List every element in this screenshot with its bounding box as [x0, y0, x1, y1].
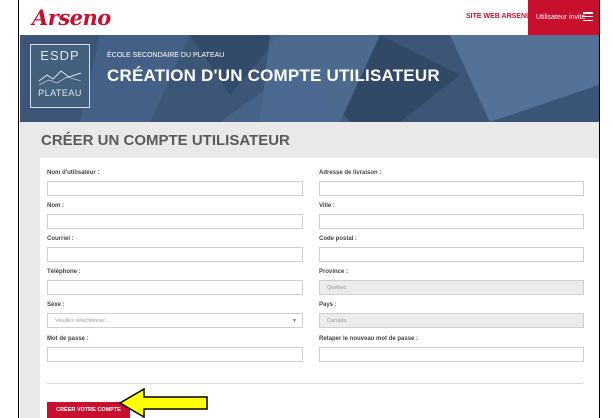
- confirm-password-label: Retaper le nouveau mot de passe :: [319, 336, 419, 342]
- email-field[interactable]: [47, 247, 303, 262]
- phone-label: Téléphone :: [47, 269, 81, 275]
- confirm-password-field[interactable]: [319, 347, 584, 362]
- arseno-logo[interactable]: Arseno: [32, 5, 111, 30]
- email-label: Courriel :: [47, 236, 74, 242]
- guest-user-label: Utilisateur invité: [536, 14, 586, 21]
- left-margin: [0, 0, 19, 418]
- yellow-arrow-icon: [118, 388, 208, 418]
- country-label: Pays :: [319, 302, 337, 308]
- city-label: Ville :: [319, 203, 335, 209]
- phone-field[interactable]: [47, 280, 303, 295]
- mountain-wave-icon: [39, 70, 81, 86]
- form-divider: [47, 383, 583, 384]
- chevron-down-icon: ▼: [292, 318, 297, 324]
- sex-label: Sexe :: [47, 302, 65, 308]
- postal-code-field[interactable]: [319, 247, 584, 262]
- guest-user-button[interactable]: Utilisateur invité: [528, 0, 599, 35]
- banner-title: CRÉATION D'UN COMPTE UTILISATEUR: [107, 66, 440, 85]
- shipping-address-field[interactable]: [319, 181, 584, 196]
- city-field[interactable]: [319, 214, 584, 229]
- right-margin: [599, 0, 612, 418]
- hamburger-menu-icon[interactable]: [583, 12, 593, 21]
- province-label: Province :: [319, 269, 349, 275]
- site-web-link[interactable]: SITE WEB ARSENO: [466, 13, 531, 20]
- postal-code-label: Code postal :: [319, 236, 358, 242]
- username-label: Nom d'utilisateur :: [47, 170, 100, 176]
- shipping-address-label: Adresse de livraison :: [319, 170, 382, 176]
- header-banner: ESDP PLATEAU ÉCOLE SECONDAIRE DU PLATEAU…: [20, 35, 599, 122]
- top-navigation: Arseno SITE WEB ARSENO Utilisateur invit…: [20, 0, 599, 35]
- username-field[interactable]: [47, 181, 303, 196]
- sex-select-value: Veuillez sélectionner...: [55, 318, 110, 324]
- crest-bottom-text: PLATEAU: [38, 88, 82, 98]
- school-crest-logo: ESDP PLATEAU: [30, 44, 90, 108]
- page-title: CRÉER UN COMPTE UTILISATEUR: [41, 132, 290, 149]
- country-field: Canada: [319, 313, 584, 328]
- name-field[interactable]: [47, 214, 303, 229]
- sex-select[interactable]: Veuillez sélectionner... ▼: [47, 313, 303, 328]
- school-name: ÉCOLE SECONDAIRE DU PLATEAU: [107, 52, 225, 59]
- province-field: Québec: [319, 280, 584, 295]
- password-field[interactable]: [47, 347, 303, 362]
- crest-top-text: ESDP: [40, 48, 80, 63]
- password-label: Mot de passe :: [47, 336, 89, 342]
- name-label: Nom :: [47, 203, 64, 209]
- app-window: Arseno SITE WEB ARSENO Utilisateur invit…: [20, 0, 599, 418]
- account-form: Nom d'utilisateur : Nom : Courriel : Tél…: [40, 158, 599, 418]
